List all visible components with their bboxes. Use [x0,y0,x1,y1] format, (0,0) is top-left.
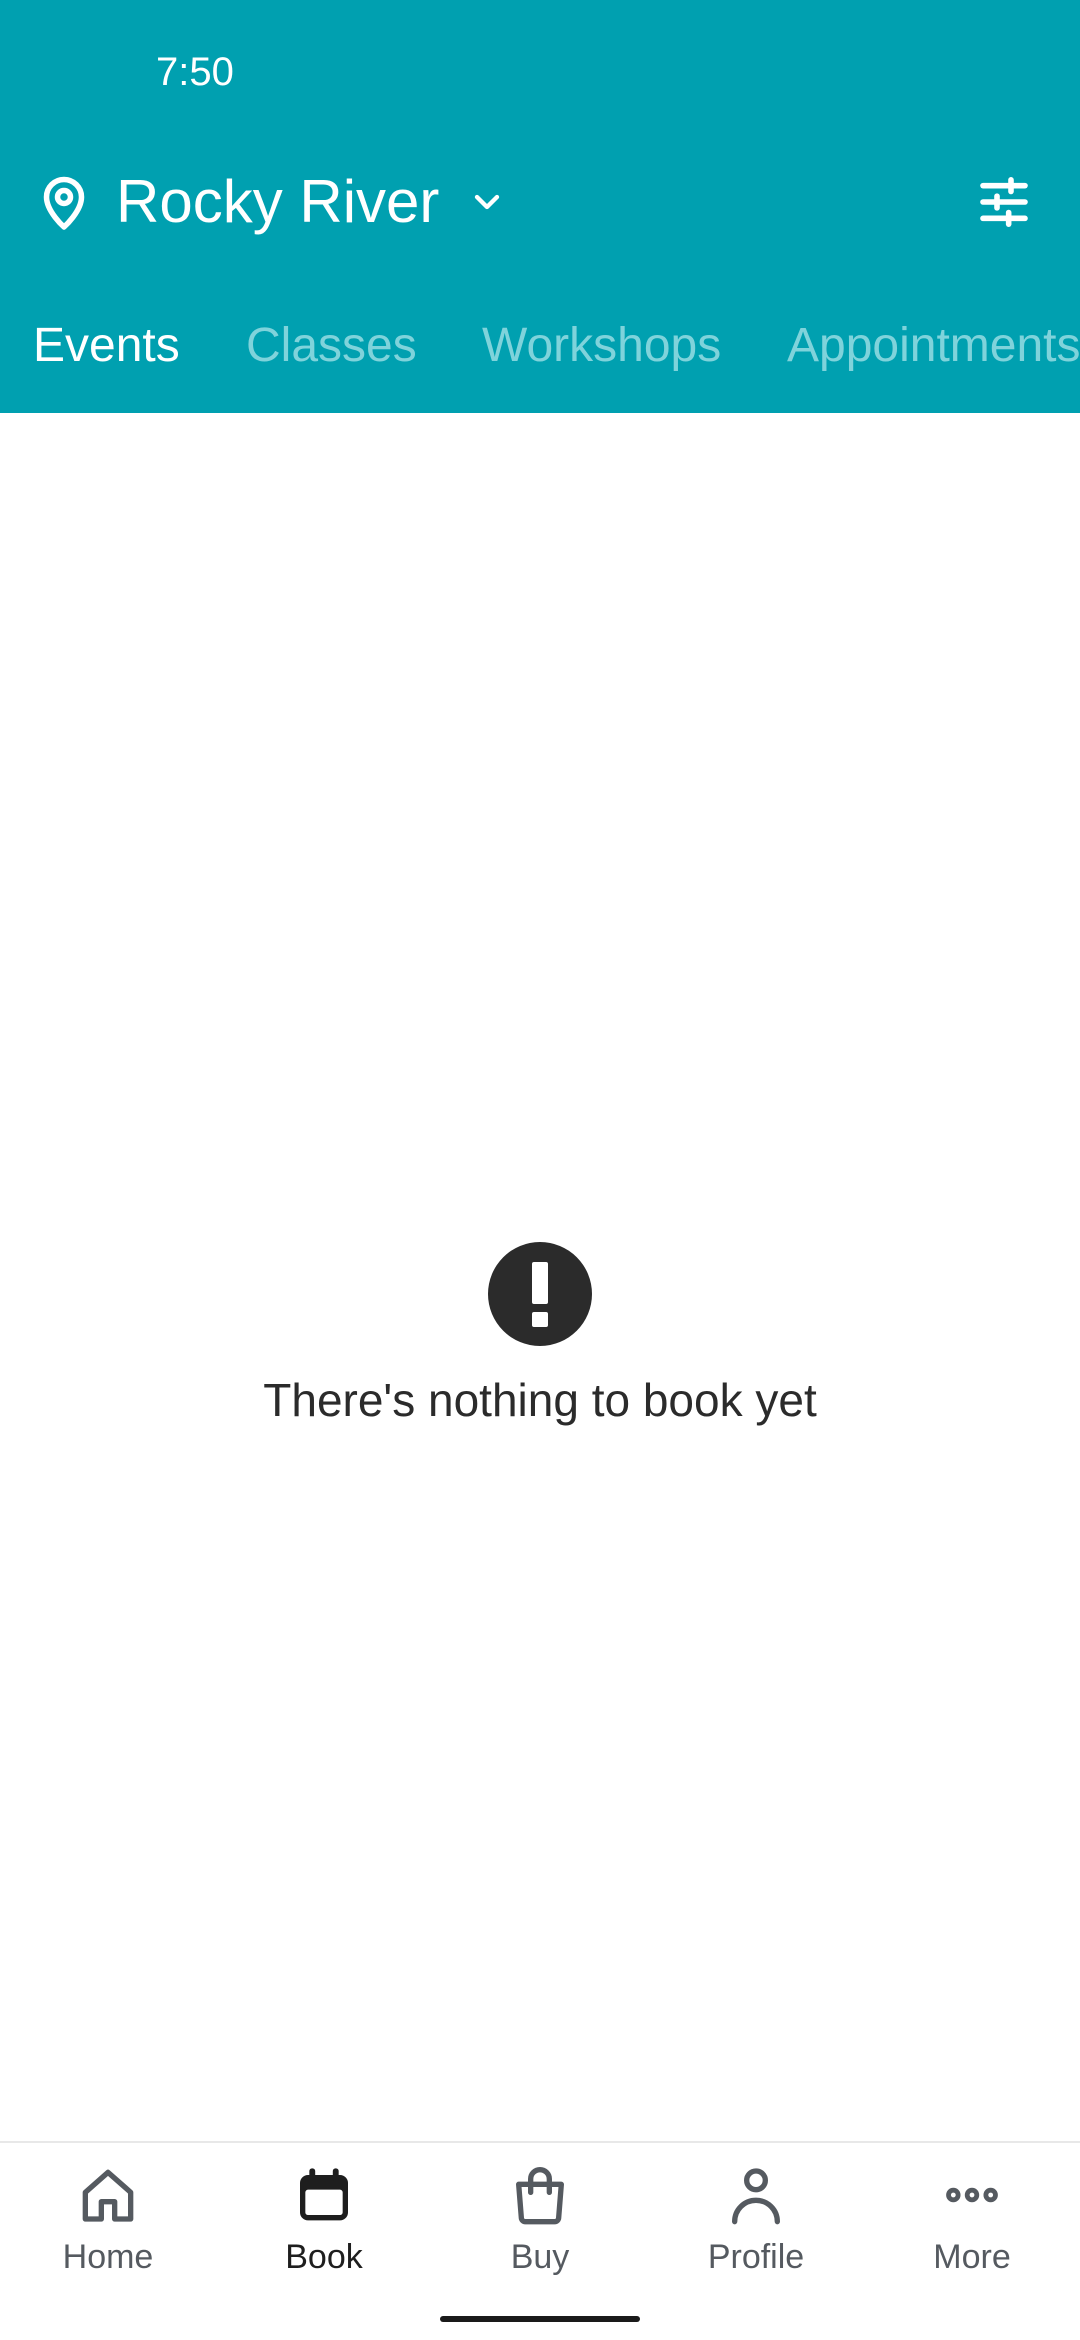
tab-classes[interactable]: Classes [246,314,417,378]
status-bar-time: 7:50 [156,50,234,94]
app-header: 7:50 Rocky River Events Classes Workshop… [0,0,1080,413]
map-pin-icon [43,176,85,230]
nav-buy-label: Buy [510,2238,570,2276]
exclamation-circle-icon [488,1242,592,1346]
location-name: Rocky River [116,168,440,235]
calendar-icon [300,2168,348,2221]
filter-button[interactable] [972,170,1036,234]
tab-appointments[interactable]: Appointments [787,314,1080,378]
empty-state-message: There's nothing to book yet [263,1374,817,1426]
nav-profile[interactable]: Profile [648,2163,864,2293]
nav-profile-label: Profile [707,2238,805,2276]
shopping-bag-icon [516,2167,564,2225]
bottom-navigation: Home Book Buy Profile More [0,2141,1080,2340]
nav-home-label: Home [62,2238,154,2276]
nav-more-label: More [933,2238,1011,2276]
book-screen: 7:50 Rocky River Events Classes Workshop… [0,0,1080,2340]
tab-events[interactable]: Events [33,314,180,378]
empty-state: There's nothing to book yet [0,1242,1080,1428]
nav-buy[interactable]: Buy [432,2163,648,2293]
nav-more[interactable]: More [864,2163,1080,2293]
nav-book[interactable]: Book [216,2163,432,2293]
user-icon [732,2168,780,2225]
sliders-icon [980,177,1028,227]
chevron-down-icon [475,194,500,210]
home-indicator[interactable] [440,2316,640,2322]
tab-workshops[interactable]: Workshops [482,314,721,378]
nav-home[interactable]: Home [0,2163,216,2293]
home-icon [82,2169,134,2222]
category-tabs: Events Classes Workshops Appointments [0,300,1080,392]
more-horizontal-icon [946,2187,998,2203]
location-selector[interactable]: Rocky River [34,160,507,244]
nav-book-label: Book [285,2238,363,2276]
